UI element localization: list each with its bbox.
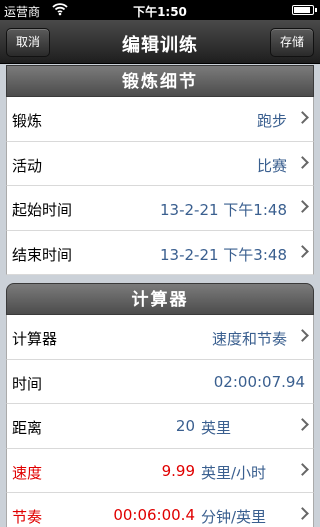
- status-bar: 运营商 下午1:50: [0, 0, 320, 20]
- row-label: 起始时间: [12, 201, 73, 219]
- row-activity[interactable]: 活动 比赛: [6, 141, 314, 186]
- row-value: 跑步: [256, 112, 287, 130]
- battery-icon: [292, 5, 317, 15]
- row-speed[interactable]: 速度 9.99 英里/小时: [6, 448, 314, 493]
- row-exercise[interactable]: 锻炼 跑步: [6, 97, 314, 142]
- battery-fill: [294, 7, 310, 13]
- chevron-right-icon: [296, 244, 309, 258]
- row-value: 02:00:07.94: [213, 372, 305, 391]
- section-header-details: 锻炼细节: [6, 65, 314, 97]
- row-unit: 英里/小时: [201, 463, 267, 482]
- form-content[interactable]: 锻炼细节 锻炼 跑步 活动 比赛 起始时间 13-2-21 下午1:48 结束时…: [6, 65, 314, 527]
- row-pace[interactable]: 节奏 00:06:00.4 分钟/英里: [6, 493, 314, 527]
- row-value: 13-2-21 下午3:48: [160, 245, 287, 264]
- chevron-right-icon: [296, 462, 309, 476]
- row-value: 20: [175, 417, 195, 435]
- row-value: 00:06:00.4: [113, 506, 195, 524]
- row-label: 计算器: [12, 330, 58, 348]
- row-label: 活动: [12, 156, 43, 175]
- row-value: 速度和节奏: [211, 330, 287, 348]
- row-end-time[interactable]: 结束时间 13-2-21 下午3:48: [6, 230, 314, 275]
- row-value: 比赛: [256, 156, 287, 175]
- row-label: 结束时间: [12, 245, 73, 264]
- row-value: 9.99: [161, 461, 195, 480]
- chevron-right-icon: [296, 200, 309, 213]
- row-calculator-mode[interactable]: 计算器 速度和节奏: [6, 315, 314, 360]
- section-header-calculator: 计算器: [6, 283, 314, 315]
- row-value: 13-2-21 下午1:48: [160, 201, 287, 219]
- row-label: 时间: [12, 374, 43, 393]
- row-label: 速度: [12, 463, 43, 482]
- row-label: 锻炼: [12, 112, 43, 130]
- row-label: 节奏: [12, 508, 43, 526]
- chevron-right-icon: [296, 507, 309, 520]
- chevron-right-icon: [296, 418, 309, 431]
- row-unit: 英里: [201, 419, 232, 437]
- row-distance[interactable]: 距离 20 英里: [6, 404, 314, 449]
- status-time: 下午1:50: [133, 5, 187, 19]
- row-start-time[interactable]: 起始时间 13-2-21 下午1:48: [6, 186, 314, 231]
- row-duration[interactable]: 时间 02:00:07.94: [6, 359, 314, 404]
- chevron-right-icon: [296, 111, 309, 124]
- navigation-bar: 取消 编辑训练 存储: [0, 20, 320, 64]
- chevron-right-icon: [296, 155, 309, 169]
- chevron-right-icon: [296, 329, 309, 342]
- save-button[interactable]: 存储: [269, 28, 314, 57]
- row-label: 距离: [12, 419, 43, 437]
- row-unit: 分钟/英里: [201, 508, 267, 526]
